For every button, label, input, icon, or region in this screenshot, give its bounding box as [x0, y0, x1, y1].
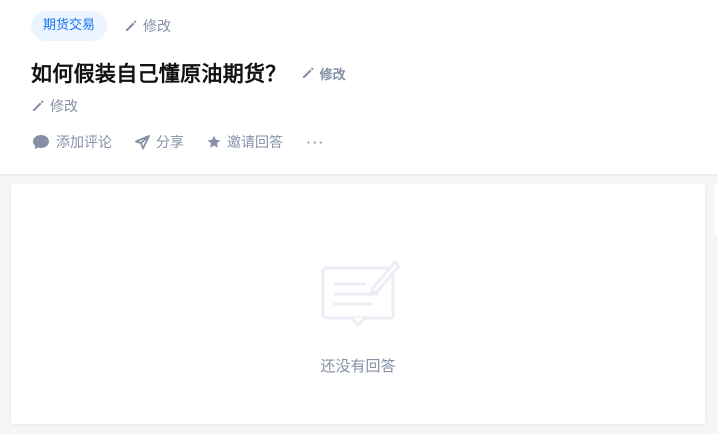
edit-topics-button[interactable]: 修改	[124, 16, 171, 36]
topic-row: 期货交易 修改	[31, 11, 171, 41]
comment-icon	[33, 135, 49, 149]
more-button[interactable]: ···	[306, 133, 324, 152]
edit-title-button[interactable]: 修改	[301, 64, 346, 83]
invite-answer-label: 邀请回答	[227, 135, 283, 151]
share-icon	[135, 134, 150, 149]
share-label: 分享	[156, 135, 184, 151]
pencil-icon	[33, 100, 44, 111]
answers-card: 还没有回答	[11, 184, 705, 424]
invite-answer-button[interactable]: 邀请回答	[207, 132, 283, 152]
empty-answers-text: 还没有回答	[320, 357, 396, 375]
share-button[interactable]: 分享	[135, 132, 184, 152]
edit-topics-label: 修改	[143, 19, 172, 35]
edit-title-label: 修改	[319, 67, 346, 83]
pencil-icon	[302, 67, 314, 78]
star-icon	[207, 135, 221, 148]
question-actions: 添加评论 分享 邀请回答 ···	[32, 131, 324, 153]
pencil-icon	[126, 20, 137, 31]
question-title: 如何假装自己懂原油期货？	[31, 62, 287, 86]
topic-tag[interactable]: 期货交易	[31, 11, 108, 41]
side-card-edge	[714, 184, 718, 234]
title-row: 如何假装自己懂原油期货？ 修改	[31, 58, 346, 88]
question-header: 期货交易 修改 如何假装自己懂原油期货？ 修改 修改 添加评论 分享 邀请回答 …	[0, 0, 718, 174]
add-comment-button[interactable]: 添加评论	[32, 132, 112, 152]
edit-description-button[interactable]: 修改	[31, 96, 78, 116]
empty-answer-icon	[321, 260, 401, 327]
add-comment-label: 添加评论	[56, 135, 112, 151]
edit-description-label: 修改	[50, 99, 78, 115]
